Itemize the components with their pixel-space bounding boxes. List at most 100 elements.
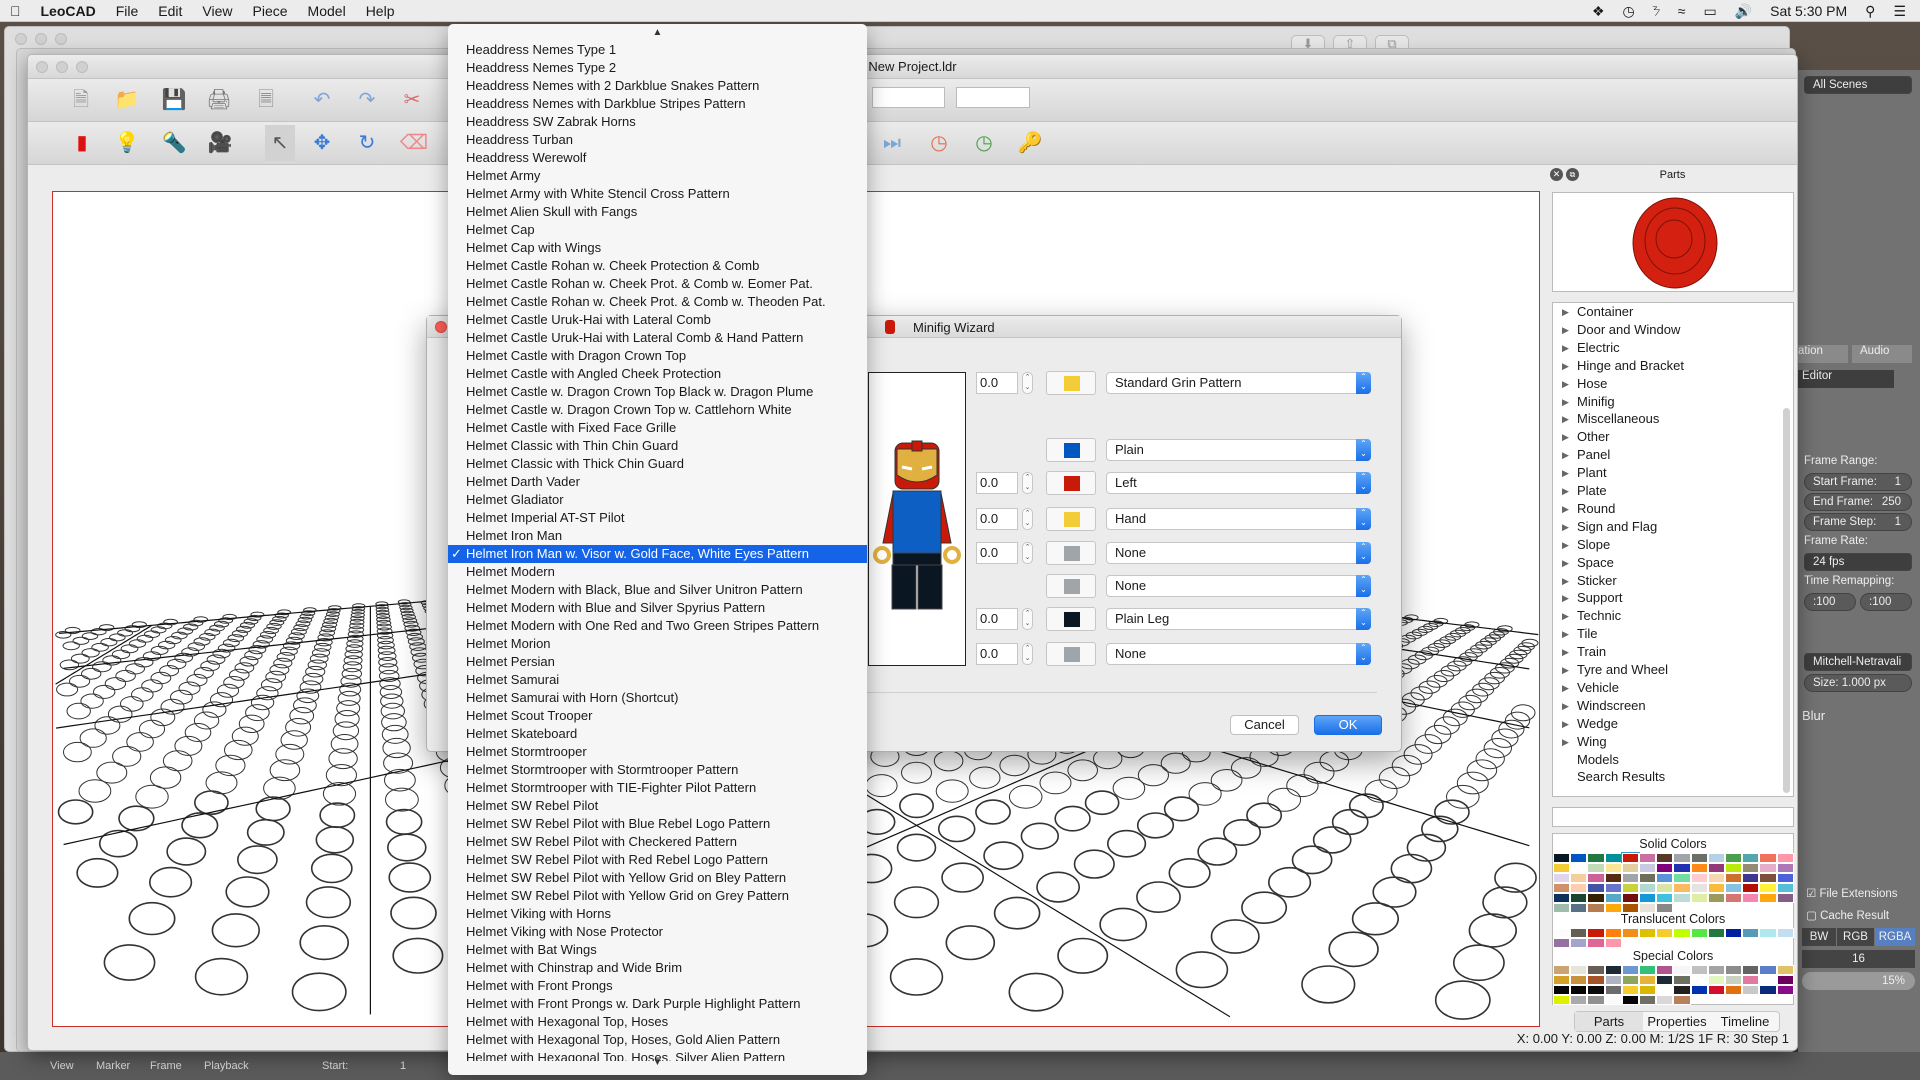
solid-color-swatch[interactable] — [1776, 863, 1794, 873]
dropdown-item[interactable]: Helmet SW Rebel Pilot with Yellow Grid o… — [448, 869, 867, 887]
expand-triangle-icon[interactable]: ▶ — [1562, 375, 1569, 393]
special-color-swatch[interactable] — [1621, 965, 1640, 975]
clock[interactable]: Sat 5:30 PM — [1770, 3, 1847, 19]
color-picker[interactable]: Solid Colors Translucent Colors Special … — [1552, 833, 1794, 1005]
timeline-view[interactable]: View — [50, 1060, 74, 1072]
special-color-swatch[interactable] — [1604, 995, 1622, 1005]
special-color-swatch[interactable] — [1656, 975, 1674, 985]
solid-color-swatch[interactable] — [1587, 863, 1605, 873]
special-color-swatch[interactable] — [1707, 965, 1726, 975]
special-color-swatch[interactable] — [1570, 965, 1588, 975]
expand-triangle-icon[interactable]: ▶ — [1562, 518, 1569, 536]
category-item[interactable]: ▶ Hose — [1553, 375, 1781, 393]
solid-color-swatch[interactable] — [1587, 883, 1605, 893]
special-color-swatch[interactable] — [1639, 995, 1657, 1005]
category-item[interactable]: ▶ Door and Window — [1553, 321, 1781, 339]
piece-select[interactable]: None ⌃ ⌄ — [1106, 643, 1371, 665]
special-color-swatch[interactable] — [1673, 985, 1691, 995]
rotate-icon[interactable]: ↻ — [355, 131, 379, 155]
category-item[interactable]: ▶ Wedge — [1553, 715, 1781, 733]
category-item[interactable]: Models — [1553, 751, 1781, 769]
special-color-swatch[interactable] — [1570, 985, 1588, 995]
category-item[interactable]: ▶ Tyre and Wheel — [1553, 661, 1781, 679]
solid-color-swatch[interactable] — [1759, 883, 1777, 893]
category-item[interactable]: Search Results — [1553, 768, 1781, 786]
tab-audio[interactable]: Audio — [1852, 345, 1912, 363]
solid-color-swatch[interactable] — [1707, 853, 1726, 863]
special-color-swatch[interactable] — [1553, 975, 1571, 985]
translucent-color-swatch[interactable] — [1707, 928, 1726, 938]
special-color-swatch[interactable] — [1725, 965, 1743, 975]
fps-select[interactable]: 24 fps — [1804, 553, 1912, 571]
special-color-swatch[interactable] — [1656, 995, 1674, 1005]
tab-parts[interactable]: Parts — [1575, 1012, 1643, 1031]
expand-triangle-icon[interactable]: ▶ — [1562, 589, 1569, 607]
angle-field[interactable]: 0.0 — [976, 508, 1018, 530]
solid-color-swatch[interactable] — [1776, 853, 1794, 863]
solid-color-swatch[interactable] — [1604, 873, 1622, 883]
expand-triangle-icon[interactable]: ▶ — [1562, 697, 1569, 715]
color-depth-field[interactable]: 16 — [1802, 950, 1915, 968]
solid-color-swatch[interactable] — [1725, 863, 1743, 873]
special-color-swatch[interactable] — [1587, 975, 1605, 985]
special-color-swatch[interactable] — [1639, 965, 1657, 975]
rgb-button[interactable]: RGB — [1837, 928, 1874, 946]
expand-triangle-icon[interactable]: ▶ — [1562, 428, 1569, 446]
angle-field[interactable]: 0.0 — [976, 372, 1018, 394]
expand-triangle-icon[interactable]: ▶ — [1562, 572, 1569, 590]
expand-triangle-icon[interactable]: ▶ — [1562, 321, 1569, 339]
solid-color-swatch[interactable] — [1656, 893, 1674, 903]
category-item[interactable]: ▶ Hinge and Bracket — [1553, 357, 1781, 375]
solid-color-swatch[interactable] — [1553, 883, 1571, 893]
close-window-button[interactable] — [36, 61, 48, 73]
notification-center-icon[interactable]: ☰ — [1893, 3, 1906, 20]
dropdown-item[interactable]: Helmet Samurai with Horn (Shortcut) — [448, 689, 867, 707]
dropdown-item[interactable]: Helmet Morion — [448, 635, 867, 653]
close-dialog-button[interactable] — [435, 321, 447, 333]
dropdown-item[interactable]: Helmet Persian — [448, 653, 867, 671]
color-button[interactable] — [1046, 438, 1096, 462]
angle-stepper[interactable]: ⌃ ⌄ — [1022, 643, 1033, 665]
solid-color-swatch[interactable] — [1759, 853, 1777, 863]
cut-icon[interactable]: ✂ — [400, 88, 424, 112]
apple-icon[interactable]:  — [0, 3, 31, 19]
start-frame-field[interactable]: Start Frame: 1 — [1804, 473, 1912, 491]
redo-icon[interactable]: ↷ — [355, 88, 379, 112]
solid-color-swatch[interactable] — [1587, 903, 1605, 913]
dropdown-item[interactable]: Helmet Imperial AT-ST Pilot — [448, 509, 867, 527]
solid-color-swatch[interactable] — [1620, 852, 1641, 864]
scroll-up-arrow-icon[interactable]: ▲ — [448, 26, 867, 40]
minimize-window-button[interactable] — [56, 61, 68, 73]
dropdown-item[interactable]: Helmet Cap — [448, 221, 867, 239]
bluetooth-icon[interactable]: ᜢ — [1653, 3, 1660, 20]
solid-color-swatch[interactable] — [1725, 873, 1743, 883]
special-color-swatch[interactable] — [1587, 965, 1605, 975]
special-color-swatch[interactable] — [1690, 965, 1708, 975]
category-item[interactable]: ▶ Technic — [1553, 607, 1781, 625]
menu-app[interactable]: LeoCAD — [31, 3, 106, 19]
color-button[interactable] — [1046, 574, 1096, 598]
special-color-swatch[interactable] — [1707, 985, 1726, 995]
dropdown-item[interactable]: Helmet Gladiator — [448, 491, 867, 509]
dropdown-item[interactable]: Headdress Nemes Type 1 — [448, 41, 867, 59]
close-panel-icon[interactable]: ✕ — [1550, 168, 1563, 181]
solid-color-swatch[interactable] — [1639, 853, 1657, 863]
solid-color-swatch[interactable] — [1776, 873, 1794, 883]
dropdown-item[interactable]: Helmet Castle with Fixed Face Grille — [448, 419, 867, 437]
last-step-icon[interactable]: ⏭ — [880, 131, 904, 155]
angle-field[interactable]: 0.0 — [976, 643, 1018, 665]
piece-select[interactable]: None ⌃ ⌄ — [1106, 575, 1371, 597]
dropdown-item[interactable]: Helmet SW Rebel Pilot — [448, 797, 867, 815]
translucent-color-swatch[interactable] — [1587, 938, 1605, 948]
translucent-color-swatch[interactable] — [1759, 928, 1777, 938]
solid-color-swatch[interactable] — [1570, 853, 1588, 863]
solid-color-swatch[interactable] — [1621, 903, 1640, 913]
remove-step-icon[interactable]: ◷ — [972, 131, 996, 155]
special-color-swatch[interactable] — [1621, 995, 1640, 1005]
dropdown-item[interactable]: Helmet Castle with Angled Cheek Protecti… — [448, 365, 867, 383]
solid-color-swatch[interactable] — [1604, 883, 1622, 893]
dropdown-item[interactable]: Helmet SW Rebel Pilot with Red Rebel Log… — [448, 851, 867, 869]
dropdown-item[interactable]: Helmet with Front Prongs w. Dark Purple … — [448, 995, 867, 1013]
solid-color-swatch[interactable] — [1656, 883, 1674, 893]
dropdown-item[interactable]: Helmet with Hexagonal Top, Hoses — [448, 1013, 867, 1031]
